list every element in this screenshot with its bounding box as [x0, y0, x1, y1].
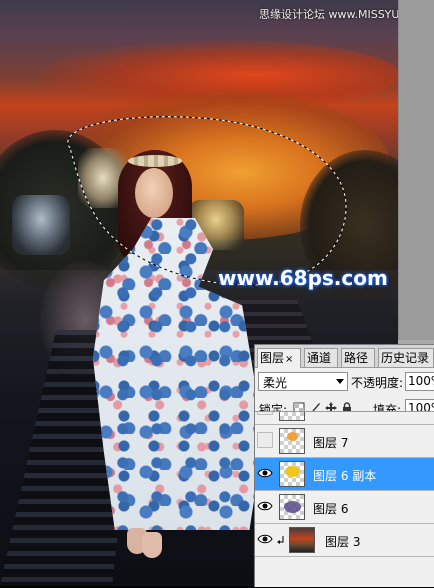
eye-icon[interactable]: [257, 465, 273, 481]
layers-panel: 图层× 通道 路径 历史记录 柔光 不透明度: 100% 锁定:: [254, 344, 434, 587]
layer-thumbnail: [289, 527, 315, 553]
tab-history[interactable]: 历史记录: [378, 348, 434, 367]
opacity-label: 不透明度:: [351, 376, 404, 390]
layers-list[interactable]: 图层 7 图层 6 副本 图层 6 图层 3: [255, 411, 434, 588]
blend-mode-select[interactable]: 柔光: [258, 372, 348, 391]
clipping-mask-arrow-icon: [277, 536, 284, 544]
close-icon[interactable]: ×: [285, 354, 293, 365]
thumbnail-blob: [290, 528, 314, 552]
blend-mode-value: 柔光: [263, 376, 288, 390]
layer-name: 图层 3: [325, 535, 361, 549]
tab-layers-label: 图层: [260, 351, 285, 365]
layer-name: 图层 6: [313, 502, 349, 516]
layer-thumbnail: [279, 494, 305, 520]
watermark-text: 思缘设计论坛 www.MISSYUAN.COM: [259, 8, 398, 21]
tab-paths-label: 路径: [344, 351, 369, 365]
thumbnail-blob: [285, 466, 300, 477]
tab-layers[interactable]: 图层×: [257, 348, 301, 368]
layer-thumbnail: [279, 461, 305, 487]
chevron-down-icon: [336, 379, 344, 384]
tab-history-label: 历史记录: [381, 351, 430, 365]
eye-icon[interactable]: [257, 498, 273, 514]
workspace-strip: [398, 0, 434, 340]
panel-tabs: 图层× 通道 路径 历史记录: [255, 345, 434, 368]
layer-row-top-partial[interactable]: [255, 412, 434, 425]
blend-row: 柔光 不透明度: 100%: [255, 370, 434, 394]
tab-channels-label: 通道: [307, 351, 332, 365]
tab-paths[interactable]: 路径: [341, 348, 375, 367]
layer-name: 图层 6 副本: [313, 469, 377, 483]
layer-thumbnail: [279, 412, 305, 421]
tab-channels[interactable]: 通道: [304, 348, 338, 367]
layer-row-layer6[interactable]: 图层 6: [255, 491, 434, 524]
layer-row-layer3[interactable]: 图层 3: [255, 524, 434, 557]
opacity-field[interactable]: 100%: [405, 372, 434, 391]
thumbnail-blob: [287, 432, 298, 441]
thumbnail-blob: [284, 501, 301, 513]
layer-thumbnail: [279, 428, 305, 454]
layer-name: 图层 7: [313, 436, 349, 450]
visibility-toggle[interactable]: [257, 412, 273, 415]
visibility-toggle-off[interactable]: [257, 432, 273, 448]
site-watermark: www.68ps.com: [218, 266, 388, 290]
eye-icon[interactable]: [257, 531, 273, 547]
layer-row-layer7[interactable]: 图层 7: [255, 425, 434, 458]
layer-row-layer6-copy[interactable]: 图层 6 副本: [255, 458, 434, 491]
